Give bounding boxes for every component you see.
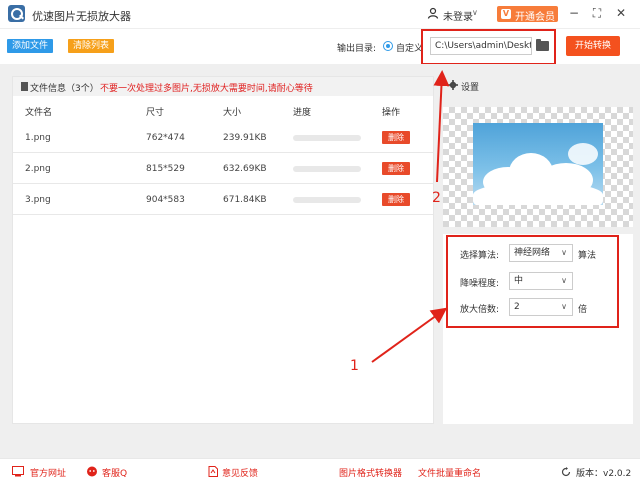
file-name: 1.png — [25, 133, 51, 143]
user-icon[interactable] — [427, 7, 439, 19]
progress-bar — [293, 166, 361, 172]
progress-bar — [293, 135, 361, 141]
support-link[interactable]: 客服Q — [102, 466, 127, 479]
login-status[interactable]: 未登录 — [443, 8, 473, 23]
batch-rename-link[interactable]: 文件批量重命名 — [418, 466, 481, 479]
website-icon[interactable] — [12, 466, 24, 477]
table-row: 2.png 815*529 632.69KB 删除 — [13, 154, 433, 184]
vip-label: 开通会员 — [515, 12, 555, 23]
file-list-panel: 文件信息（3个） 不要一次处理过多图片,无损放大需要时间,请耐心等待 文件名 尺… — [12, 76, 434, 424]
delete-button[interactable]: 删除 — [382, 162, 410, 175]
table-row: 1.png 762*474 239.91KB 删除 — [13, 123, 433, 153]
file-dimensions: 815*529 — [146, 164, 185, 174]
file-info-bar: 文件信息（3个） 不要一次处理过多图片,无损放大需要时间,请耐心等待 — [13, 77, 433, 96]
custom-dir-label[interactable]: 自定义 — [396, 41, 423, 54]
refresh-icon[interactable] — [561, 467, 571, 477]
website-link[interactable]: 官方网址 — [30, 466, 66, 479]
document-icon — [21, 82, 28, 91]
custom-dir-radio[interactable] — [383, 41, 393, 51]
add-file-button[interactable]: 添加文件 — [7, 39, 53, 53]
vip-icon: V — [501, 9, 511, 19]
title-bar: 优速图片无损放大器 未登录 ∨ V 开通会员 − ⛶ ✕ — [0, 0, 640, 28]
column-header-name: 文件名 — [25, 108, 53, 118]
gear-icon — [448, 80, 458, 90]
feedback-link[interactable]: 意见反馈 — [222, 466, 258, 479]
annotation-label-1: 1 — [350, 358, 359, 374]
version-label: 版本：v2.0.2 — [576, 469, 632, 479]
delete-button[interactable]: 删除 — [382, 131, 410, 144]
file-size: 632.69KB — [223, 164, 267, 174]
file-count-label: 文件信息（3个） — [30, 84, 99, 94]
app-logo-icon — [8, 5, 25, 22]
format-converter-link[interactable]: 图片格式转换器 — [339, 466, 402, 479]
annotation-box-output — [421, 29, 556, 65]
clear-list-button[interactable]: 清除列表 — [68, 39, 114, 53]
table-header: 文件名 尺寸 大小 进度 操作 — [13, 99, 433, 119]
footer: 官方网址 客服Q 意见反馈 图片格式转换器 文件批量重命名 版本：v2.0.2 — [0, 458, 640, 486]
warning-text: 不要一次处理过多图片,无损放大需要时间,请耐心等待 — [100, 84, 313, 94]
table-row: 3.png 904*583 671.84KB 删除 — [13, 185, 433, 215]
image-preview — [443, 107, 633, 227]
file-name: 3.png — [25, 195, 51, 205]
column-header-progress: 进度 — [293, 108, 312, 118]
vip-button[interactable]: V 开通会员 — [497, 6, 558, 23]
delete-button[interactable]: 删除 — [382, 193, 410, 206]
output-dir-label: 输出目录: — [337, 44, 377, 54]
annotation-box-settings — [446, 235, 619, 328]
annotation-label-2: 2 — [432, 190, 441, 206]
column-header-size: 大小 — [223, 108, 242, 118]
column-header-dimensions: 尺寸 — [146, 108, 165, 118]
start-convert-button[interactable]: 开始转换 — [566, 36, 620, 56]
file-size: 239.91KB — [223, 133, 267, 143]
file-size: 671.84KB — [223, 195, 267, 205]
chevron-down-icon[interactable]: ∨ — [472, 8, 478, 17]
file-dimensions: 762*474 — [146, 133, 185, 143]
preview-image — [473, 123, 603, 205]
support-icon[interactable] — [86, 466, 98, 477]
file-dimensions: 904*583 — [146, 195, 185, 205]
minimize-button[interactable]: − — [565, 4, 583, 22]
file-name: 2.png — [25, 164, 51, 174]
close-button[interactable]: ✕ — [612, 4, 630, 22]
maximize-button[interactable]: ⛶ — [588, 4, 606, 22]
app-title: 优速图片无损放大器 — [32, 10, 131, 23]
progress-bar — [293, 197, 361, 203]
settings-title: 设置 — [461, 83, 480, 93]
column-header-action: 操作 — [382, 108, 401, 118]
pdf-icon[interactable] — [207, 466, 219, 477]
